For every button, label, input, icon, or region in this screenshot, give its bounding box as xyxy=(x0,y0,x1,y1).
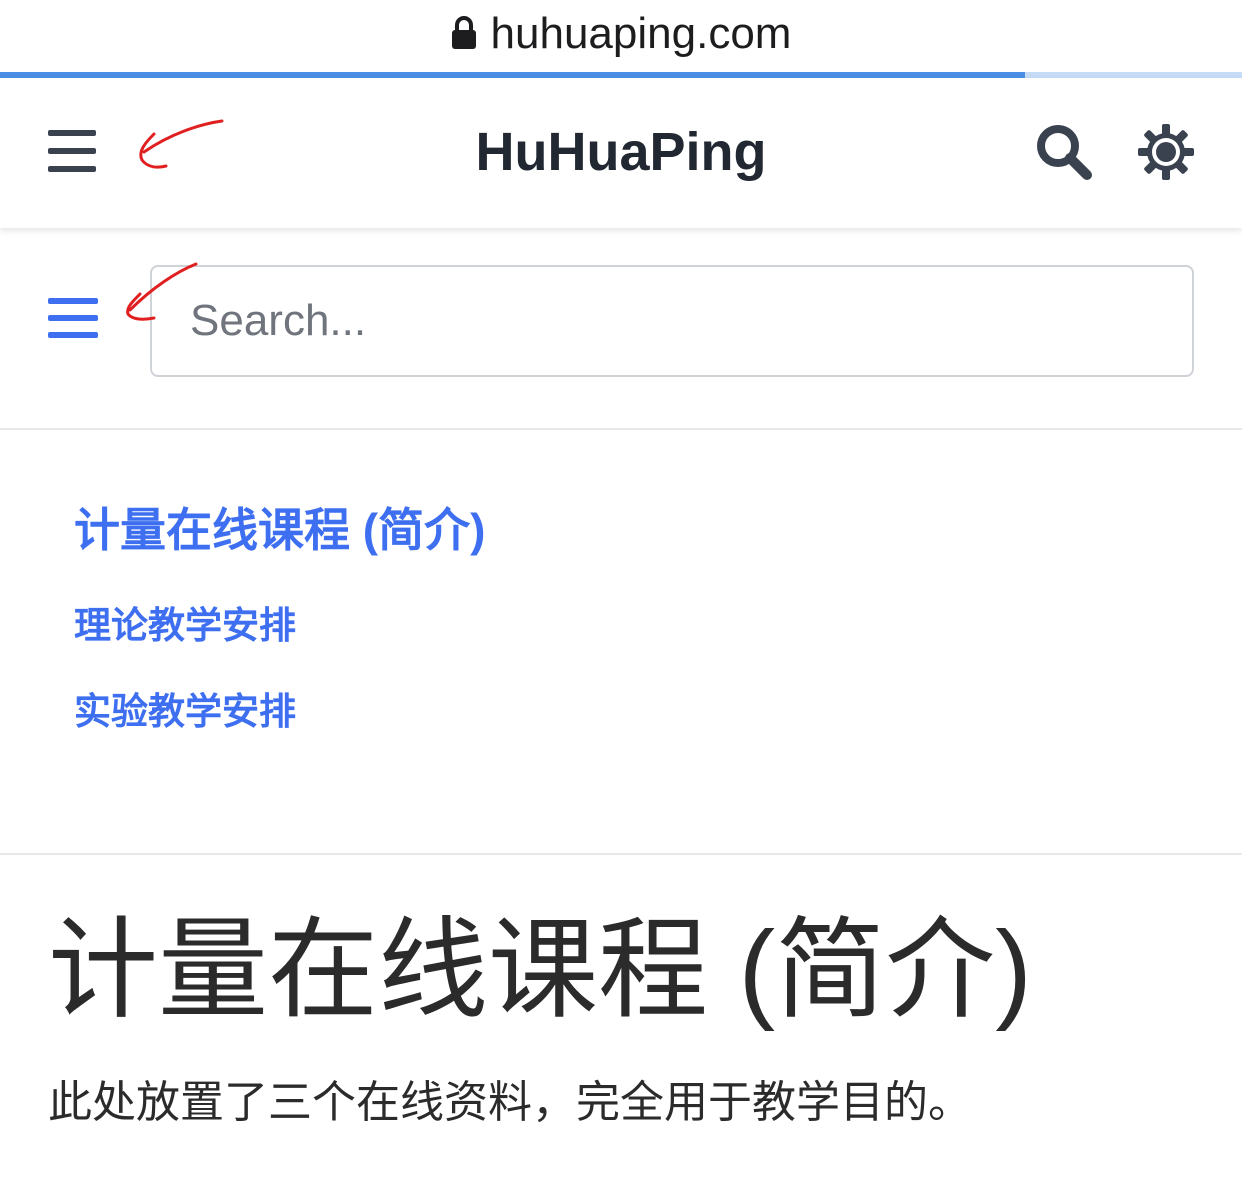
divider xyxy=(0,853,1242,855)
brand-link[interactable]: HuHuaPing xyxy=(476,122,767,182)
divider xyxy=(0,428,1242,430)
browser-url-bar[interactable]: huhuaping.com xyxy=(0,0,1242,72)
page-description: 此处放置了三个在线资料，完全用于教学目的。 xyxy=(48,1078,972,1127)
lock-icon xyxy=(451,16,476,49)
menu-icon[interactable] xyxy=(48,130,96,172)
gear-icon[interactable] xyxy=(1136,122,1196,182)
site-navbar: HuHuaPing xyxy=(0,78,1242,228)
page-title: 计量在线课程 (简介) xyxy=(48,909,1032,1032)
search-icon[interactable] xyxy=(1034,122,1094,182)
sidebar-item-theory-schedule[interactable]: 理论教学安排 xyxy=(74,602,296,650)
sidebar-toggle-icon[interactable] xyxy=(48,298,100,342)
url-text: huhuaping.com xyxy=(490,9,792,58)
sidebar-course-title-link[interactable]: 计量在线课程 (简介) xyxy=(74,500,485,560)
sidebar-item-lab-schedule[interactable]: 实验教学安排 xyxy=(74,688,296,736)
search-input[interactable] xyxy=(150,265,1194,377)
url-display[interactable]: huhuaping.com xyxy=(0,8,1242,60)
